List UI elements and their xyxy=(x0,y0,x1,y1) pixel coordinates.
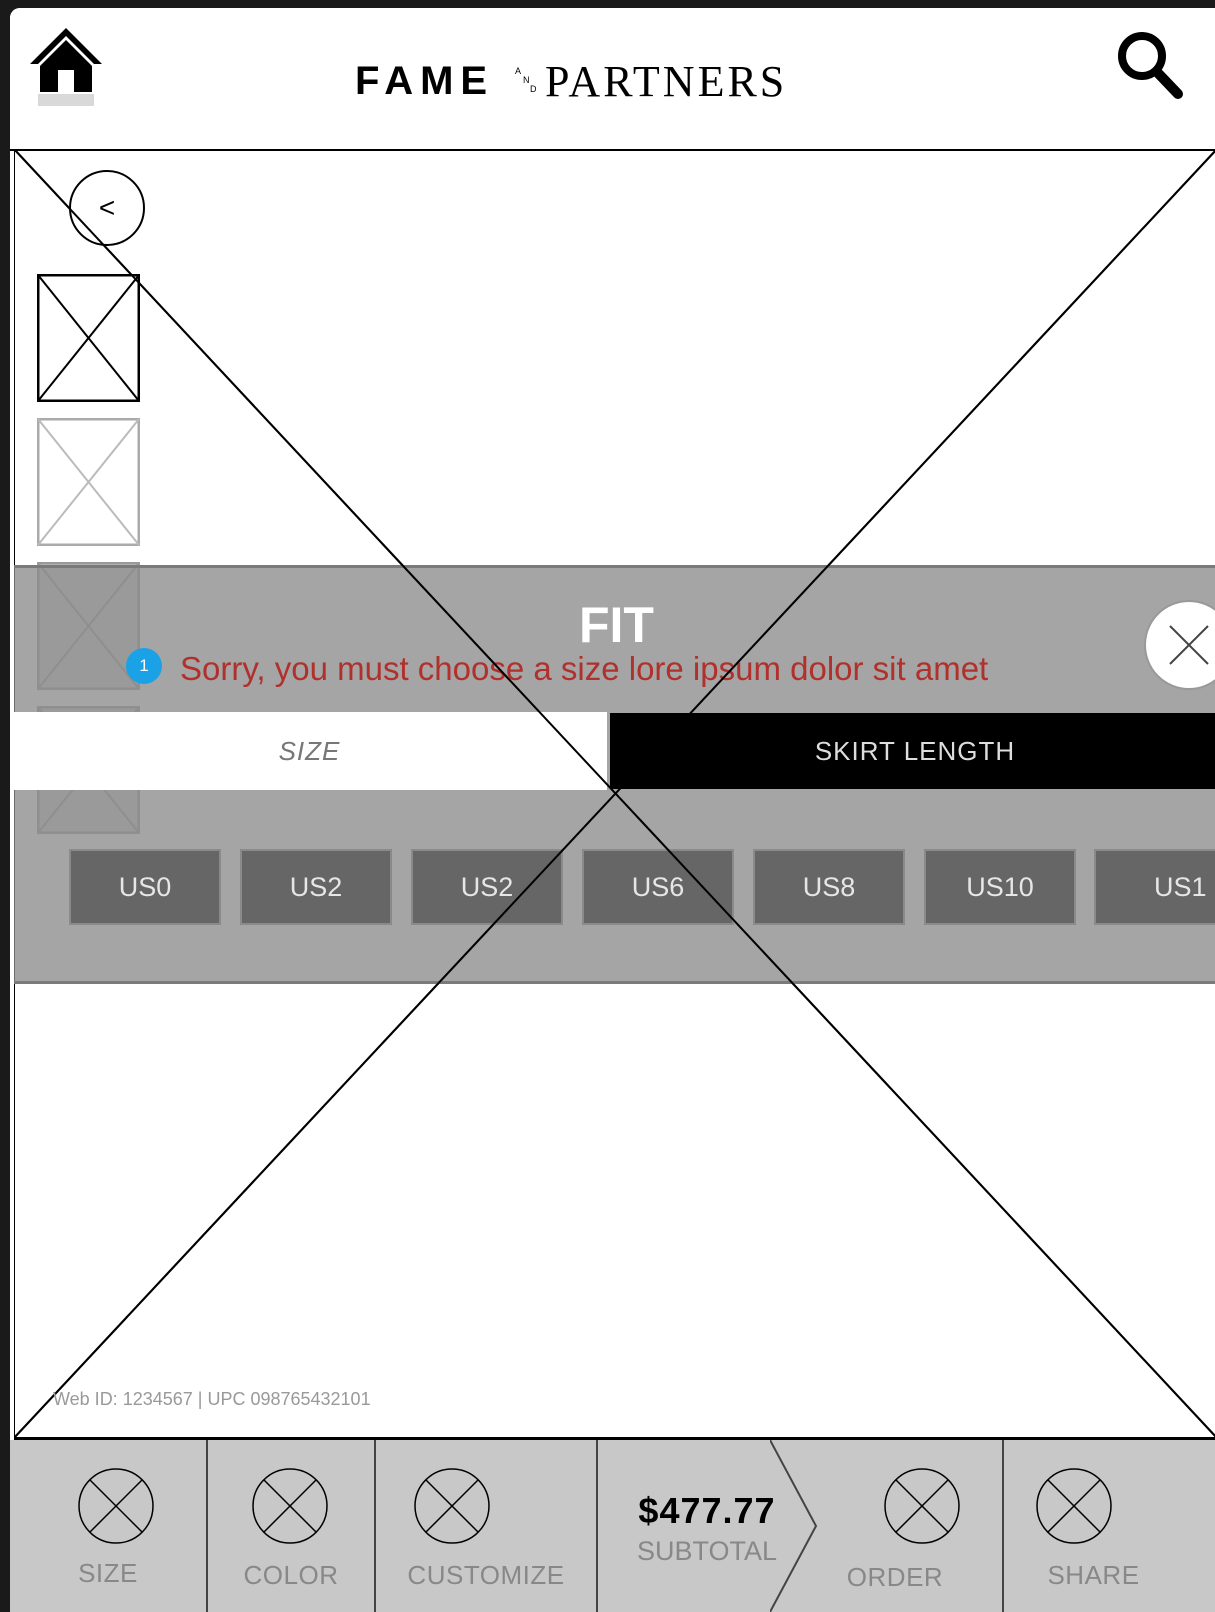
nav-share[interactable]: SHARE xyxy=(1004,1440,1215,1612)
order-icon xyxy=(884,1468,960,1544)
svg-text:N: N xyxy=(523,75,530,85)
header: FAME A N D PARTNERS xyxy=(10,8,1215,151)
thumbnail-2[interactable] xyxy=(36,417,141,547)
nav-customize[interactable]: CUSTOMIZE xyxy=(376,1440,598,1612)
fit-panel: FIT Sorry, you must choose a size lore i… xyxy=(12,565,1215,984)
fit-title: FIT xyxy=(579,597,654,653)
customize-icon xyxy=(414,1468,490,1544)
brand-logo[interactable]: FAME A N D PARTNERS xyxy=(355,54,835,106)
share-icon xyxy=(1036,1468,1112,1544)
gallery-back-button[interactable]: < xyxy=(69,170,145,246)
tab-skirt-length[interactable]: SKIRT LENGTH xyxy=(610,713,1215,789)
svg-text:PARTNERS: PARTNERS xyxy=(545,57,787,104)
nav-size[interactable]: SIZE xyxy=(10,1440,208,1612)
svg-text:D: D xyxy=(530,84,537,94)
size-option-us6[interactable]: US6 xyxy=(582,849,734,925)
size-option-us0[interactable]: US0 xyxy=(69,849,221,925)
nav-color[interactable]: COLOR xyxy=(208,1440,376,1612)
nav-order[interactable]: ORDER xyxy=(816,1440,1004,1612)
product-ids: Web ID: 1234567 | UPC 098765432101 xyxy=(53,1389,371,1409)
thumbnail-1[interactable] xyxy=(36,273,141,403)
home-icon[interactable] xyxy=(26,24,106,108)
tab-size[interactable]: SIZE xyxy=(12,712,607,790)
size-option-us2-b[interactable]: US2 xyxy=(411,849,563,925)
nav-color-label: COLOR xyxy=(243,1560,339,1590)
size-icon xyxy=(78,1468,154,1544)
search-icon[interactable] xyxy=(1114,28,1184,100)
error-count-badge: 1 xyxy=(126,648,162,684)
size-option-us2[interactable]: US2 xyxy=(240,849,392,925)
size-error-message: Sorry, you must choose a size lore ipsum… xyxy=(180,650,989,687)
size-option-us10[interactable]: US10 xyxy=(924,849,1076,925)
logo-text-fame: FAME xyxy=(355,59,494,103)
nav-share-label: SHARE xyxy=(1047,1560,1140,1590)
close-fit-panel-button[interactable] xyxy=(1144,600,1215,690)
nav-size-label: SIZE xyxy=(78,1558,138,1588)
close-icon xyxy=(1169,625,1209,665)
size-option-us12-partial[interactable]: US1 xyxy=(1094,849,1215,925)
size-option-us8[interactable]: US8 xyxy=(753,849,905,925)
color-icon xyxy=(252,1468,328,1544)
svg-text:A: A xyxy=(515,66,521,76)
app-screen: FAME A N D PARTNERS < FIT Sorry, you mus… xyxy=(10,8,1215,1612)
bottom-action-bar: SIZE COLOR CUSTOMIZE $477.77 SUBTOTAL OR… xyxy=(10,1440,1215,1612)
nav-order-label: ORDER xyxy=(846,1562,944,1592)
nav-customize-label: CUSTOMIZE xyxy=(407,1560,565,1590)
